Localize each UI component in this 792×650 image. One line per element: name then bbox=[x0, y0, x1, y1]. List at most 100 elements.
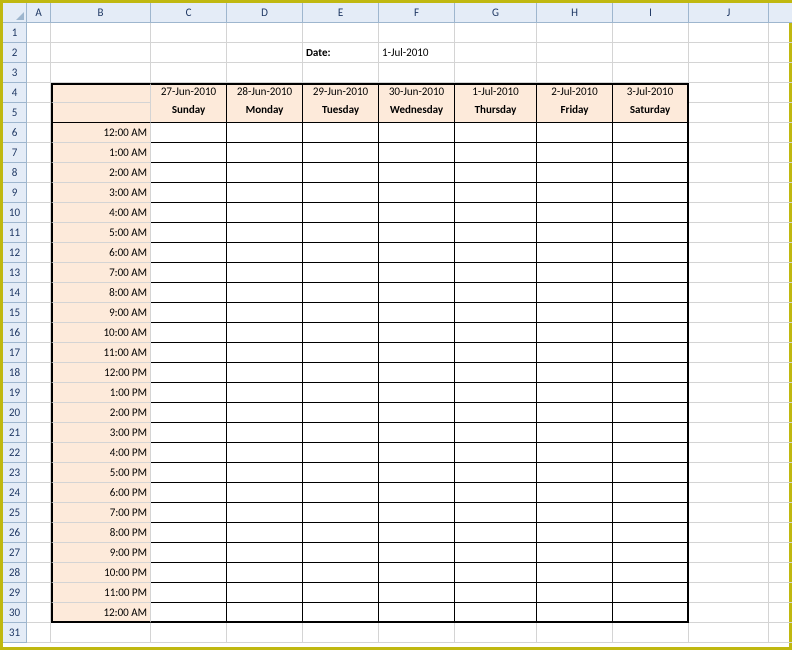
row-header-5[interactable]: 5 bbox=[3, 103, 27, 123]
slot-2-22[interactable] bbox=[303, 563, 379, 583]
slot-6-6[interactable] bbox=[613, 243, 689, 263]
col-header-A[interactable]: A bbox=[27, 3, 51, 23]
row-header-21[interactable]: 21 bbox=[3, 423, 27, 443]
slot-0-4[interactable] bbox=[151, 203, 227, 223]
slot-4-23[interactable] bbox=[455, 583, 537, 603]
cell-6[interactable] bbox=[769, 123, 792, 143]
slot-2-11[interactable] bbox=[303, 343, 379, 363]
cell-31[interactable] bbox=[769, 623, 792, 643]
slot-0-23[interactable] bbox=[151, 583, 227, 603]
slot-3-18[interactable] bbox=[379, 483, 455, 503]
slot-3-23[interactable] bbox=[379, 583, 455, 603]
cell-1[interactable] bbox=[769, 23, 792, 43]
slot-0-12[interactable] bbox=[151, 363, 227, 383]
slot-4-1[interactable] bbox=[455, 143, 537, 163]
slot-4-12[interactable] bbox=[455, 363, 537, 383]
cell-A28[interactable] bbox=[27, 563, 51, 583]
cell-14[interactable] bbox=[769, 283, 792, 303]
cell-D1[interactable] bbox=[227, 23, 303, 43]
row-header-7[interactable]: 7 bbox=[3, 143, 27, 163]
cell-16[interactable] bbox=[769, 323, 792, 343]
cell-8[interactable] bbox=[769, 163, 792, 183]
cell-A9[interactable] bbox=[27, 183, 51, 203]
cell-G1[interactable] bbox=[455, 23, 537, 43]
slot-3-4[interactable] bbox=[379, 203, 455, 223]
slot-6-12[interactable] bbox=[613, 363, 689, 383]
slot-6-3[interactable] bbox=[613, 183, 689, 203]
cell-H3[interactable] bbox=[537, 63, 613, 83]
row-header-31[interactable]: 31 bbox=[3, 623, 27, 643]
slot-4-21[interactable] bbox=[455, 543, 537, 563]
cell-J15[interactable] bbox=[689, 303, 769, 323]
slot-6-20[interactable] bbox=[613, 523, 689, 543]
slot-4-24[interactable] bbox=[455, 603, 537, 623]
col-header-G[interactable]: G bbox=[455, 3, 537, 23]
slot-0-1[interactable] bbox=[151, 143, 227, 163]
slot-3-16[interactable] bbox=[379, 443, 455, 463]
slot-5-5[interactable] bbox=[537, 223, 613, 243]
cell-I3[interactable] bbox=[613, 63, 689, 83]
slot-1-19[interactable] bbox=[227, 503, 303, 523]
cell-J25[interactable] bbox=[689, 503, 769, 523]
cell-C31[interactable] bbox=[151, 623, 227, 643]
cell-J7[interactable] bbox=[689, 143, 769, 163]
cell-J13[interactable] bbox=[689, 263, 769, 283]
slot-3-2[interactable] bbox=[379, 163, 455, 183]
cell-F1[interactable] bbox=[379, 23, 455, 43]
slot-3-22[interactable] bbox=[379, 563, 455, 583]
slot-2-6[interactable] bbox=[303, 243, 379, 263]
slot-3-15[interactable] bbox=[379, 423, 455, 443]
row-header-4[interactable]: 4 bbox=[3, 83, 27, 103]
row-header-25[interactable]: 25 bbox=[3, 503, 27, 523]
cell-J8[interactable] bbox=[689, 163, 769, 183]
slot-4-14[interactable] bbox=[455, 403, 537, 423]
cell-J6[interactable] bbox=[689, 123, 769, 143]
slot-5-24[interactable] bbox=[537, 603, 613, 623]
slot-1-5[interactable] bbox=[227, 223, 303, 243]
slot-5-14[interactable] bbox=[537, 403, 613, 423]
slot-3-9[interactable] bbox=[379, 303, 455, 323]
cell-20[interactable] bbox=[769, 403, 792, 423]
slot-0-19[interactable] bbox=[151, 503, 227, 523]
row-header-8[interactable]: 8 bbox=[3, 163, 27, 183]
slot-3-12[interactable] bbox=[379, 363, 455, 383]
slot-3-17[interactable] bbox=[379, 463, 455, 483]
cell-J1[interactable] bbox=[689, 23, 769, 43]
slot-4-6[interactable] bbox=[455, 243, 537, 263]
slot-1-0[interactable] bbox=[227, 123, 303, 143]
cell-9[interactable] bbox=[769, 183, 792, 203]
cell-A18[interactable] bbox=[27, 363, 51, 383]
slot-5-1[interactable] bbox=[537, 143, 613, 163]
cell-28[interactable] bbox=[769, 563, 792, 583]
cell-A19[interactable] bbox=[27, 383, 51, 403]
slot-5-7[interactable] bbox=[537, 263, 613, 283]
row-header-28[interactable]: 28 bbox=[3, 563, 27, 583]
row-header-29[interactable]: 29 bbox=[3, 583, 27, 603]
cell-J16[interactable] bbox=[689, 323, 769, 343]
slot-5-8[interactable] bbox=[537, 283, 613, 303]
slot-4-19[interactable] bbox=[455, 503, 537, 523]
cell-J27[interactable] bbox=[689, 543, 769, 563]
cell-J5[interactable] bbox=[689, 103, 769, 123]
slot-1-15[interactable] bbox=[227, 423, 303, 443]
cell-A30[interactable] bbox=[27, 603, 51, 623]
col-header-H[interactable]: H bbox=[537, 3, 613, 23]
slot-1-16[interactable] bbox=[227, 443, 303, 463]
slot-4-16[interactable] bbox=[455, 443, 537, 463]
cell-30[interactable] bbox=[769, 603, 792, 623]
slot-0-9[interactable] bbox=[151, 303, 227, 323]
cell-A3[interactable] bbox=[27, 63, 51, 83]
slot-2-3[interactable] bbox=[303, 183, 379, 203]
slot-6-21[interactable] bbox=[613, 543, 689, 563]
cell-23[interactable] bbox=[769, 463, 792, 483]
slot-5-23[interactable] bbox=[537, 583, 613, 603]
cell-A10[interactable] bbox=[27, 203, 51, 223]
slot-3-5[interactable] bbox=[379, 223, 455, 243]
slot-0-6[interactable] bbox=[151, 243, 227, 263]
slot-5-13[interactable] bbox=[537, 383, 613, 403]
row-header-3[interactable]: 3 bbox=[3, 63, 27, 83]
cell-5[interactable] bbox=[769, 103, 792, 123]
cell-J21[interactable] bbox=[689, 423, 769, 443]
cell-F3[interactable] bbox=[379, 63, 455, 83]
slot-1-6[interactable] bbox=[227, 243, 303, 263]
